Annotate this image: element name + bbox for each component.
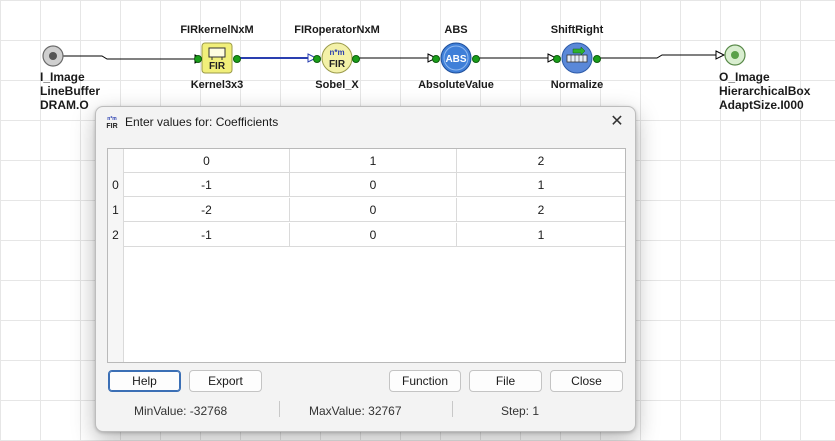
fir-operator-icon: n*m FIR xyxy=(321,42,353,74)
abs-icon-text: ABS xyxy=(445,54,466,65)
operator-type-label: FIRoperatorNxM xyxy=(294,24,380,36)
fir-dialog-icon: n*m FIR xyxy=(106,116,117,130)
column-header-0[interactable]: 0 xyxy=(124,149,290,173)
close-icon[interactable]: ✕ xyxy=(605,111,629,133)
shift-name-label: Normalize xyxy=(550,79,604,91)
coefficients-dialog: n*m FIR Enter values for: Coefficients ✕… xyxy=(95,106,636,432)
sobel-node[interactable]: n*m FIR xyxy=(321,42,353,74)
abs-in-pin[interactable] xyxy=(432,55,440,63)
input-port-label: I_Image LineBuffer DRAM.O xyxy=(40,70,100,112)
grid-cell-2-0[interactable]: -1 xyxy=(124,223,290,247)
output-port-icon xyxy=(724,44,746,66)
help-button[interactable]: Help xyxy=(108,370,181,392)
sobel-in-pin[interactable] xyxy=(313,55,321,63)
grid-cell-2-1[interactable]: 0 xyxy=(290,223,457,247)
abs-icon: ABS xyxy=(440,42,472,74)
function-button[interactable]: Function xyxy=(389,370,461,392)
wire-shift-to-output[interactable] xyxy=(598,54,716,59)
kernel-name-label: Kernel3x3 xyxy=(190,79,244,91)
min-value-status: MinValue: -32768 xyxy=(134,404,228,418)
status-divider xyxy=(279,401,280,417)
input-port-line-1: I_Image xyxy=(40,70,85,84)
sobel-icon-sup: n*m xyxy=(329,48,344,57)
kernel-out-pin[interactable] xyxy=(233,55,241,63)
grid-cell-0-2[interactable]: 1 xyxy=(457,173,625,197)
shift-in-pin[interactable] xyxy=(553,55,561,63)
dialog-statusbar: MinValue: -32768 MaxValue: 32767 Step: 1 xyxy=(96,397,635,423)
grid-cell-0-1[interactable]: 0 xyxy=(290,173,457,197)
abs-name-label: AbsoluteValue xyxy=(418,79,494,91)
grid-cell-0-0[interactable]: -1 xyxy=(124,173,290,197)
sobel-name-label: Sobel_X xyxy=(315,79,359,91)
kernel-node[interactable]: FIR xyxy=(201,42,233,74)
grid-cell-1-2[interactable]: 2 xyxy=(457,198,625,222)
row-header-2[interactable]: 2 xyxy=(108,223,123,247)
grid-cell-1-1[interactable]: 0 xyxy=(290,198,457,222)
dialog-title: Enter values for: Coefficients xyxy=(125,115,279,129)
shift-right-icon xyxy=(561,42,593,74)
input-port-node[interactable] xyxy=(42,45,64,67)
output-port-line-2: HierarchicalBox xyxy=(719,84,811,98)
sobel-icon-text: FIR xyxy=(329,59,346,70)
input-port-icon xyxy=(42,45,64,67)
status-divider xyxy=(452,401,453,417)
input-port-line-2: LineBuffer xyxy=(40,84,100,98)
input-port-line-3: DRAM.O xyxy=(40,98,89,112)
max-value-status: MaxValue: 32767 xyxy=(309,404,402,418)
shift-type-label: ShiftRight xyxy=(550,24,604,36)
wire-input-to-kernel[interactable] xyxy=(60,55,195,60)
column-header-1[interactable]: 1 xyxy=(290,149,457,173)
row-header-1[interactable]: 1 xyxy=(108,198,123,222)
abs-node[interactable]: ABS xyxy=(440,42,472,74)
kernel-icon-text: FIR xyxy=(209,61,226,72)
abs-type-label: ABS xyxy=(444,24,468,36)
kernel-in-pin[interactable] xyxy=(194,55,202,63)
shift-out-pin[interactable] xyxy=(593,55,601,63)
column-header-2[interactable]: 2 xyxy=(457,149,625,173)
grid-cell-2-2[interactable]: 1 xyxy=(457,223,625,247)
fir-kernel-icon: FIR xyxy=(201,42,233,74)
step-status: Step: 1 xyxy=(501,404,540,418)
dialog-icon-text: FIR xyxy=(106,123,117,130)
row-header-0[interactable]: 0 xyxy=(108,173,123,197)
output-port-node[interactable] xyxy=(724,44,746,66)
kernel-type-label: FIRkernelNxM xyxy=(180,24,254,36)
file-button[interactable]: File xyxy=(469,370,542,392)
arrow-shift-to-output xyxy=(715,50,726,60)
sobel-out-pin[interactable] xyxy=(352,55,360,63)
abs-out-pin[interactable] xyxy=(472,55,480,63)
dialog-titlebar[interactable]: n*m FIR Enter values for: Coefficients ✕ xyxy=(96,107,635,137)
output-port-line-1: O_Image xyxy=(719,70,770,84)
export-button[interactable]: Export xyxy=(189,370,262,392)
shift-node[interactable] xyxy=(561,42,593,74)
output-port-line-3: AdaptSize.I000 xyxy=(719,98,804,112)
close-button[interactable]: Close xyxy=(550,370,623,392)
output-port-label: O_Image HierarchicalBox AdaptSize.I000 xyxy=(719,70,810,112)
coefficients-grid[interactable]: 0 1 2 0 -1 0 1 1 -2 0 2 2 -1 0 1 xyxy=(107,148,626,363)
dialog-icon-sup: n*m xyxy=(107,116,117,122)
grid-cell-1-0[interactable]: -2 xyxy=(124,198,290,222)
